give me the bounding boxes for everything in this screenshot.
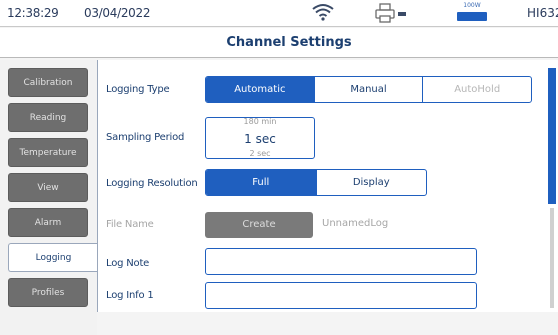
- sampling-period-label: Sampling Period: [106, 132, 185, 143]
- tab-reading[interactable]: Reading: [8, 103, 88, 132]
- tab-temperature[interactable]: Temperature: [8, 138, 88, 167]
- page-title: Channel Settings: [0, 28, 558, 58]
- log-note-label: Log Note: [106, 258, 150, 269]
- sampling-period-current: 1 sec: [244, 132, 276, 146]
- scroll-thumb[interactable]: [548, 68, 556, 204]
- tab-profiles[interactable]: Profiles: [8, 278, 88, 307]
- logging-type-selector: Automatic Manual AutoHold: [205, 76, 532, 103]
- sidebar: Calibration Reading Temperature View Ala…: [0, 60, 98, 335]
- status-date: 03/04/2022: [84, 6, 151, 20]
- resolution-display[interactable]: Display: [317, 170, 427, 195]
- logging-type-label: Logging Type: [106, 84, 170, 95]
- file-name-label: File Name: [106, 219, 154, 230]
- sampling-period-prev: 180 min: [243, 117, 277, 126]
- tab-calibration[interactable]: Calibration: [8, 68, 88, 97]
- battery-label: 100W: [463, 2, 481, 9]
- tab-alarm[interactable]: Alarm: [8, 208, 88, 237]
- wifi-icon: [312, 4, 334, 21]
- scroll-track[interactable]: [550, 208, 554, 308]
- log-note-field[interactable]: [205, 248, 477, 275]
- printer-icon: [375, 3, 406, 23]
- create-file-button: Create: [205, 212, 313, 238]
- status-time: 12:38:29: [7, 6, 59, 20]
- resolution-full[interactable]: Full: [206, 170, 317, 195]
- logging-type-manual[interactable]: Manual: [315, 77, 424, 102]
- model-label: HI6321: [527, 6, 558, 20]
- file-name-value: UnnamedLog: [322, 218, 389, 229]
- tab-view[interactable]: View: [8, 173, 88, 202]
- tab-logging[interactable]: Logging: [8, 243, 98, 272]
- log-info-1-label: Log Info 1: [106, 290, 154, 301]
- logging-settings-panel: Logging Type Automatic Manual AutoHold S…: [97, 60, 545, 312]
- status-bar: 12:38:29 03/04/2022 100W HI6321: [0, 0, 558, 27]
- logging-resolution-label: Logging Resolution: [106, 178, 198, 189]
- scrollbar[interactable]: [545, 60, 558, 312]
- log-info-1-field[interactable]: [205, 282, 477, 309]
- sampling-period-picker[interactable]: 180 min 1 sec 2 sec: [205, 117, 315, 159]
- logging-type-autohold: AutoHold: [454, 84, 501, 95]
- logging-type-automatic[interactable]: Automatic: [206, 77, 315, 102]
- sampling-period-next: 2 sec: [249, 149, 271, 158]
- logging-resolution-selector: Full Display: [205, 169, 427, 196]
- battery-icon: 100W: [456, 2, 488, 24]
